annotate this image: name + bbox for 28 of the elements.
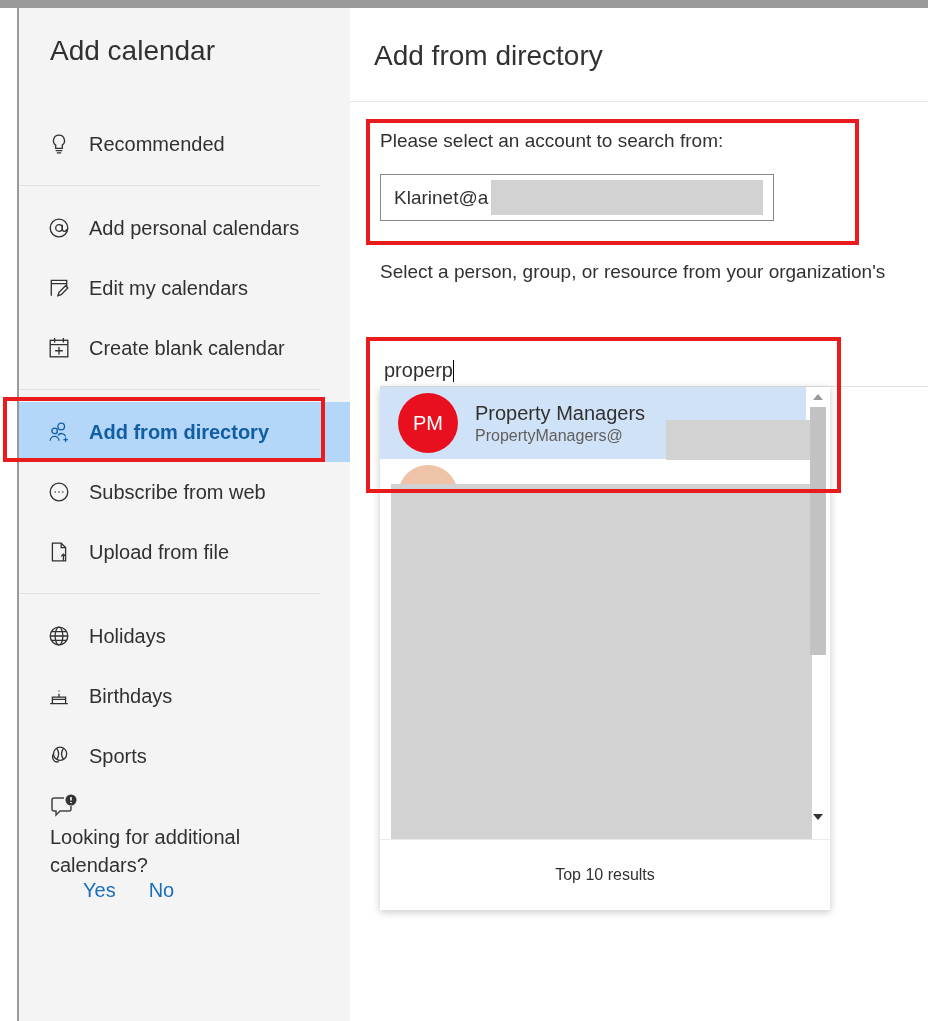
no-link[interactable]: No — [148, 879, 175, 902]
results-count: Top 10 results — [380, 839, 830, 910]
description-text: Select a person, group, or resource from your organization's — [380, 261, 887, 283]
at-sign-icon — [48, 217, 70, 239]
account-label: Please select an account to search from: — [380, 130, 725, 152]
scroll-up-icon[interactable] — [813, 394, 823, 400]
scroll-down-icon[interactable] — [813, 814, 823, 820]
panel-title: Add from directory — [350, 8, 928, 102]
account-field[interactable]: Klarinet@a — [380, 174, 774, 221]
avatar: PM — [398, 393, 458, 453]
nav-item[interactable]: Add from directory — [19, 402, 350, 462]
nav-item[interactable]: Add personal calendars — [19, 198, 350, 258]
nav-item[interactable]: Edit my calendars — [19, 258, 350, 318]
nav-item[interactable]: Upload from file — [19, 522, 350, 582]
nav-item[interactable]: Holidays — [19, 606, 350, 666]
edit-calendar-icon — [48, 277, 70, 299]
nav-item[interactable]: Birthdays — [19, 666, 350, 726]
feedback-question: Looking for additional calendars? — [50, 825, 242, 878]
nav-item[interactable]: Create blank calendar — [19, 318, 350, 378]
nav-item[interactable]: Subscribe from web — [19, 462, 350, 522]
feedback-icon — [50, 793, 78, 819]
nav-item[interactable]: Recommended — [19, 114, 350, 174]
dialog-title: Add calendar — [49, 35, 216, 67]
people-icon — [48, 421, 70, 443]
yes-link[interactable]: Yes — [83, 879, 116, 902]
nav-item[interactable]: Sports — [19, 726, 350, 786]
calendar-add-icon — [48, 337, 70, 359]
globe-icon — [48, 625, 70, 647]
